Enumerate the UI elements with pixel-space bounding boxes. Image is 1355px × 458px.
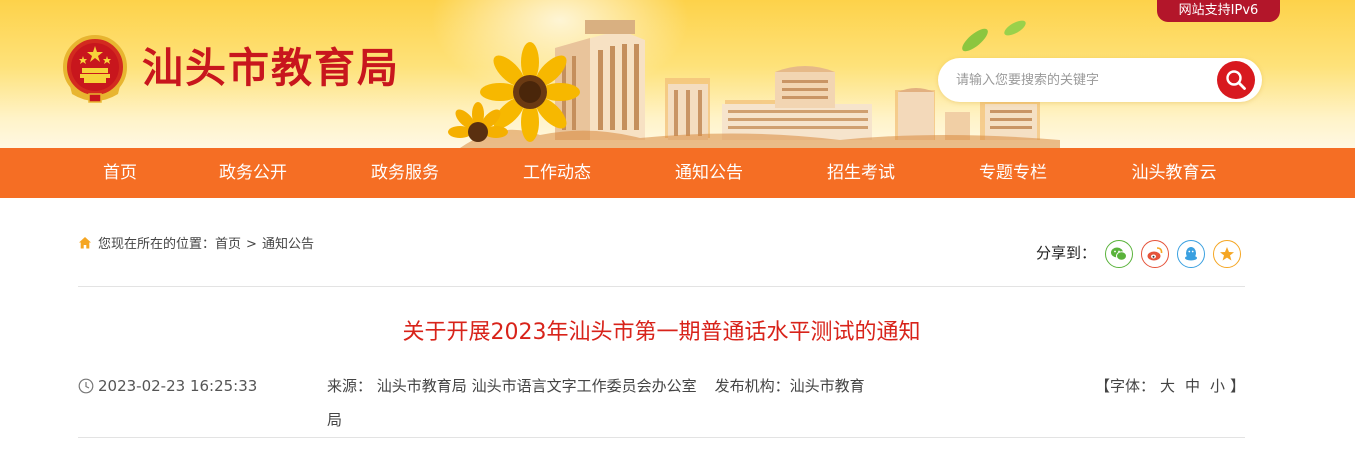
source-label: 来源： [327, 377, 373, 395]
share-qq-button[interactable] [1177, 240, 1205, 268]
search-box [938, 58, 1262, 102]
publisher-label: 发布机构： [714, 377, 790, 395]
divider-bottom [78, 437, 1245, 438]
font-size-medium-button[interactable]: 中 [1185, 377, 1200, 395]
nav-item-special-topics[interactable]: 专题专栏 [937, 148, 1089, 198]
site-title: 汕头市教育局 [142, 44, 400, 92]
font-size-small-button[interactable]: 小 [1210, 377, 1225, 395]
article-source: 来源： 汕头市教育局 汕头市语言文字工作委员会办公室 发布机构：汕头市教育局 [327, 369, 867, 437]
share-wechat-button[interactable] [1105, 240, 1133, 268]
wechat-icon [1111, 247, 1127, 261]
share-favorite-button[interactable] [1213, 240, 1241, 268]
favorite-star-icon [1220, 247, 1234, 261]
nav-item-home[interactable]: 首页 [44, 148, 196, 198]
main-nav: 首页 政务公开 政务服务 工作动态 通知公告 招生考试 专题专栏 汕头教育云 [0, 148, 1355, 198]
share-label: 分享到： [1036, 244, 1097, 262]
breadcrumb-current-link[interactable]: 通知公告 [262, 237, 314, 252]
nav-item-gov-affairs[interactable]: 政务公开 [177, 148, 329, 198]
breadcrumb-prefix: 您现在所在的位置： [98, 237, 216, 252]
search-button[interactable] [1217, 61, 1255, 99]
nav-item-edu-cloud[interactable]: 汕头教育云 [1098, 148, 1250, 198]
ipv6-support-badge[interactable]: 网站支持IPv6 [1157, 0, 1280, 22]
breadcrumb-home-link[interactable]: 首页 [215, 237, 241, 252]
font-size-large-button[interactable]: 大 [1160, 377, 1175, 395]
share-weibo-button[interactable] [1141, 240, 1169, 268]
publish-datetime-value: 2023-02-23 16:25:33 [98, 377, 258, 395]
breadcrumb-separator: > [246, 237, 257, 252]
search-icon [1226, 70, 1246, 90]
font-size-control: 【字体：大中小】 [1095, 376, 1245, 396]
nav-item-gov-services[interactable]: 政务服务 [329, 148, 481, 198]
weibo-icon [1147, 247, 1163, 261]
font-size-label-close: 】 [1230, 377, 1246, 395]
site-header: 汕头市教育局 网站支持IPv6 请输入您要搜索的关键字 [0, 0, 1355, 148]
publish-datetime: 2023-02-23 16:25:33 [78, 376, 257, 396]
source-value: 汕头市教育局 汕头市语言文字工作委员会办公室 [376, 377, 697, 395]
clock-icon [78, 378, 94, 394]
nav-item-work-news[interactable]: 工作动态 [481, 148, 633, 198]
breadcrumb: 您现在所在的位置：首页 > 通知公告 [78, 236, 314, 254]
national-emblem-icon [63, 35, 127, 103]
font-size-label-open: 【字体： [1095, 377, 1156, 395]
home-icon [79, 237, 91, 249]
search-input[interactable] [956, 67, 1206, 93]
article-title: 关于开展2023年汕头市第一期普通话水平测试的通知 [402, 320, 921, 345]
divider-top [78, 286, 1245, 287]
qq-icon [1185, 247, 1197, 261]
nav-item-admissions[interactable]: 招生考试 [785, 148, 937, 198]
nav-item-notices[interactable]: 通知公告 [633, 148, 785, 198]
